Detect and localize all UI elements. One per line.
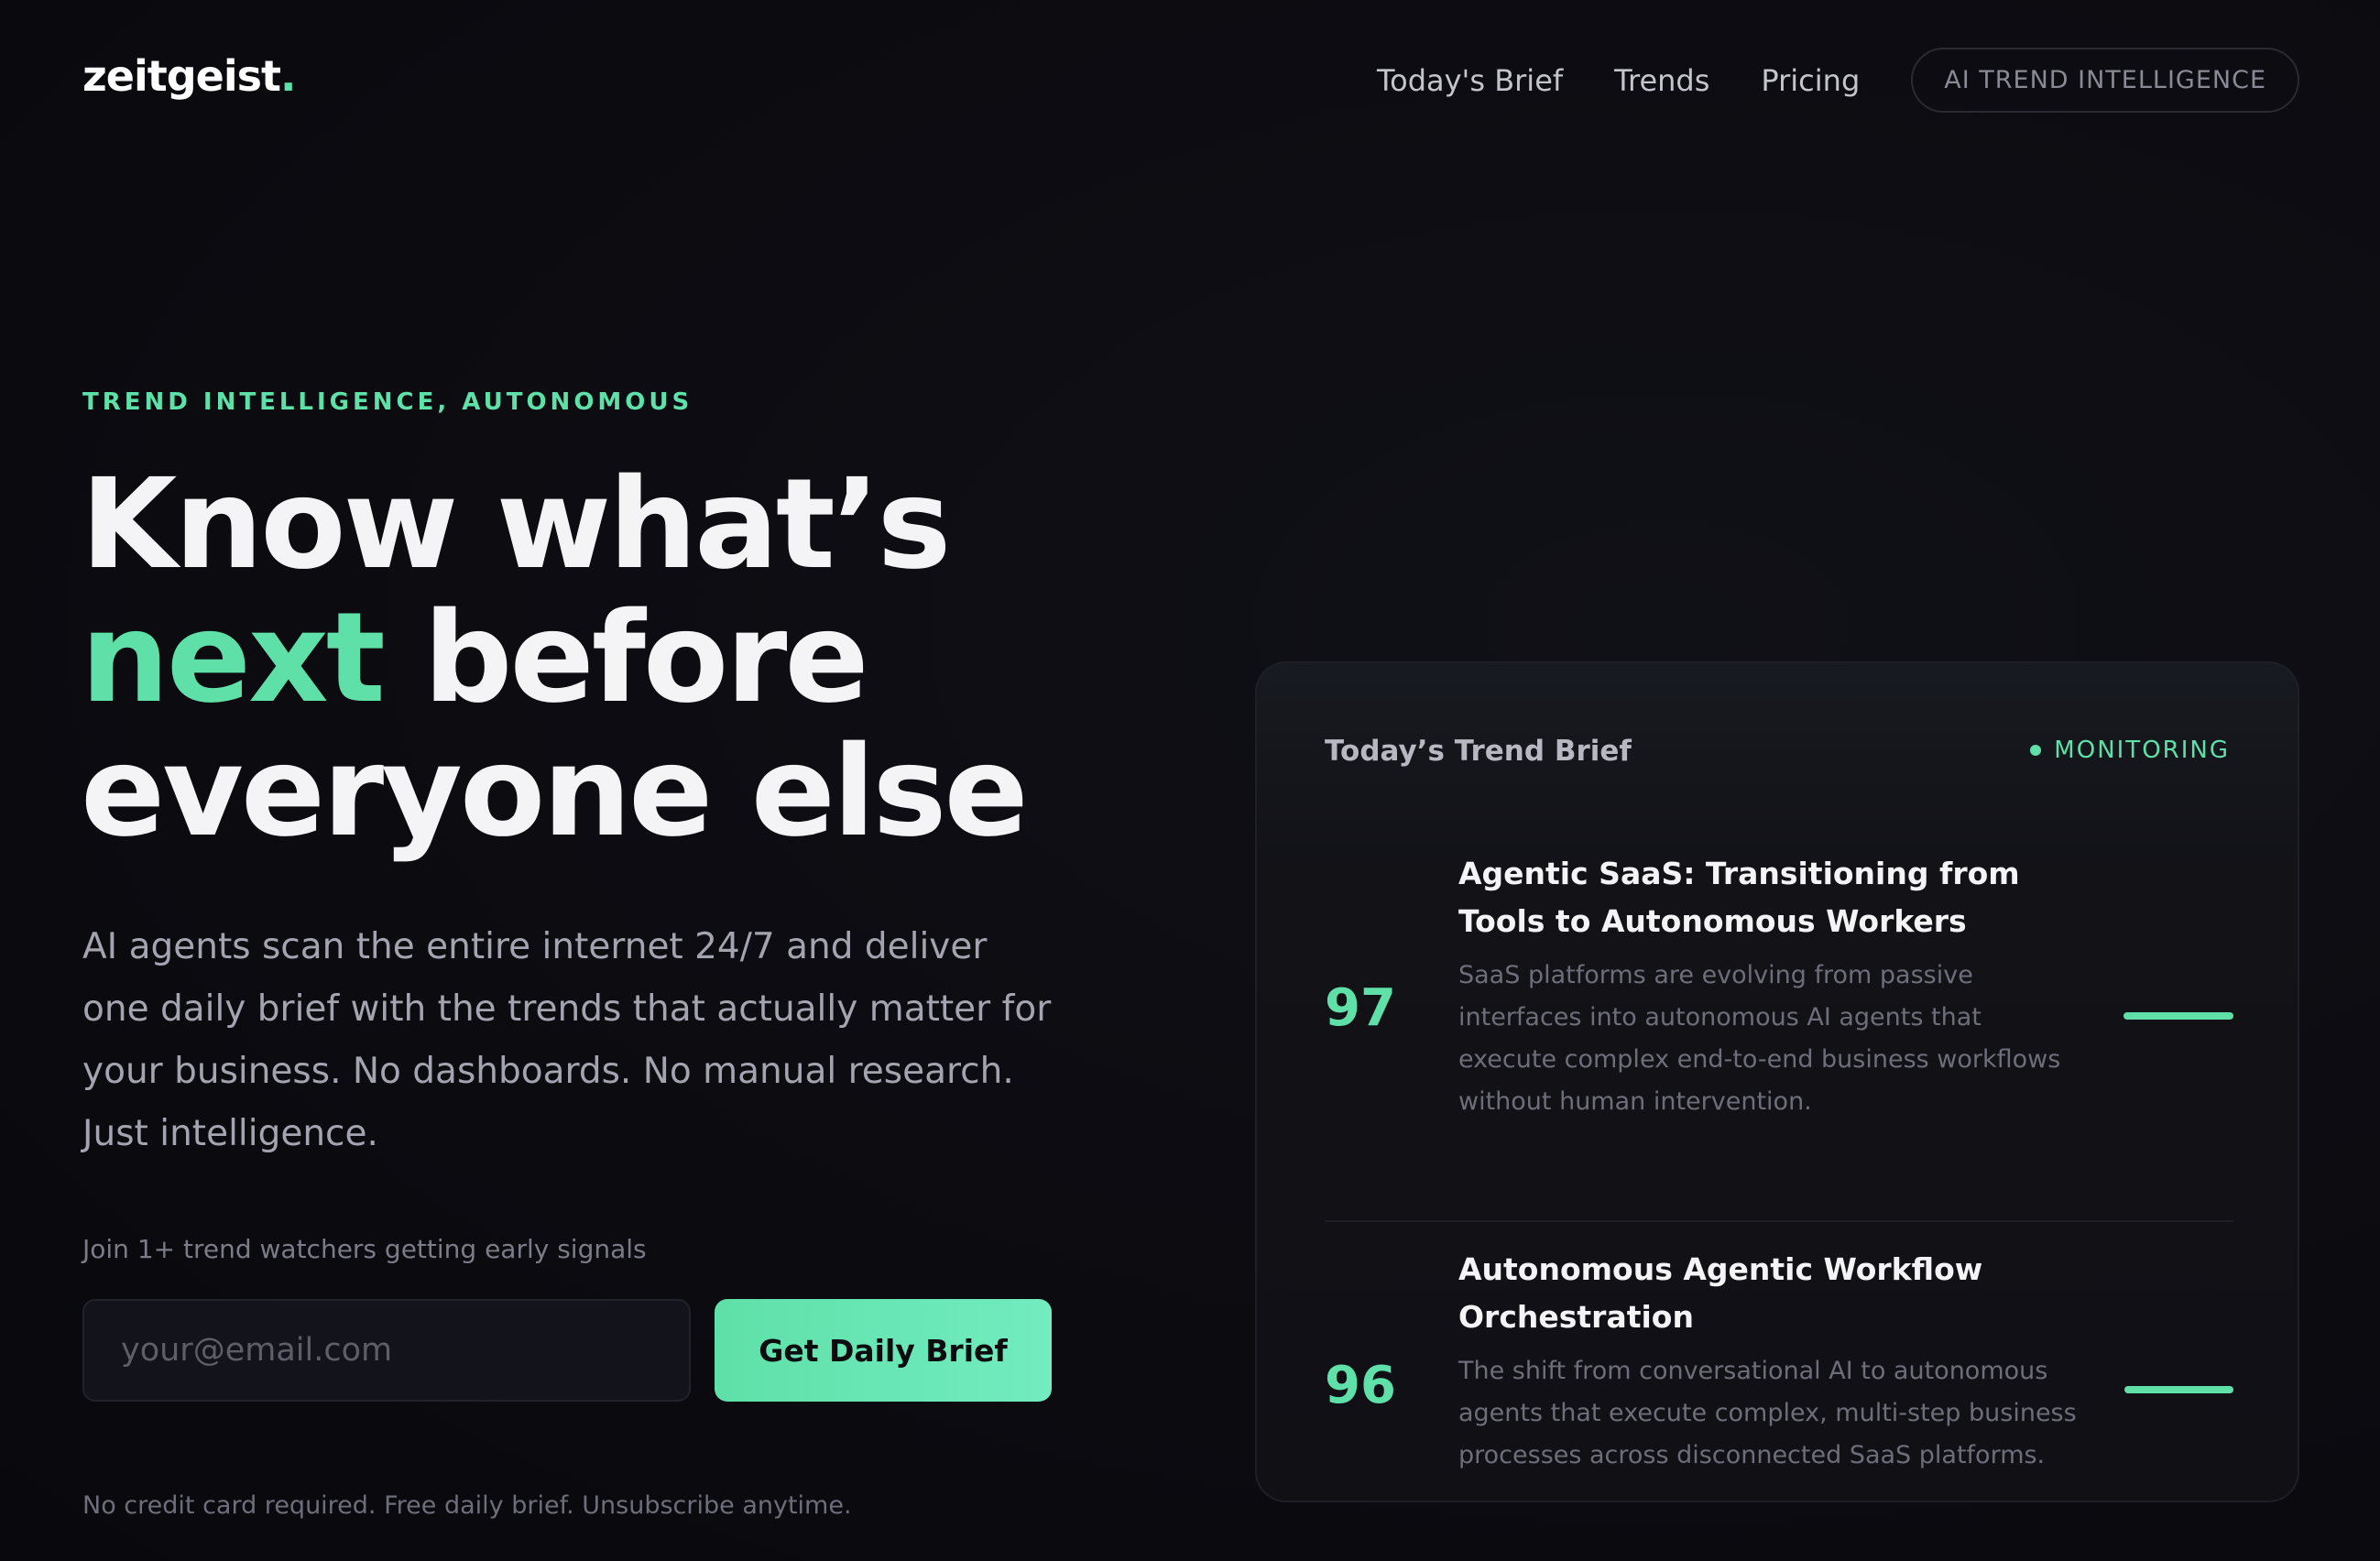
nav-link-trends[interactable]: Trends <box>1614 63 1709 98</box>
trend-brief-card: Today’s Trend Brief MONITORING 97 Agenti… <box>1255 661 2299 1502</box>
brand-logo[interactable]: zeitgeist. <box>82 51 297 101</box>
trend-score-bar <box>2124 1386 2233 1393</box>
trend-description: SaaS platforms are evolving from passive… <box>1458 961 2061 1116</box>
join-caption: Join 1+ trend watchers getting early sig… <box>82 1234 647 1264</box>
get-daily-brief-button[interactable]: Get Daily Brief <box>715 1299 1052 1402</box>
trend-title: Autonomous Agentic Workflow Orchestratio… <box>1458 1251 1983 1335</box>
trend-title: Agentic SaaS: Transitioning from Tools t… <box>1458 856 2020 939</box>
brand-name: zeitgeist <box>82 51 281 101</box>
brand-dot: . <box>280 51 297 101</box>
nav-link-pricing[interactable]: Pricing <box>1761 63 1860 98</box>
email-input[interactable] <box>82 1299 691 1402</box>
trend-body: Autonomous Agentic Workflow Orchestratio… <box>1458 1246 2081 1477</box>
trend-item[interactable]: 96 Autonomous Agentic Workflow Orchestra… <box>1325 1246 2233 1484</box>
fine-print: No credit card required. Free daily brie… <box>82 1491 852 1520</box>
hero-eyebrow: TREND INTELLIGENCE, AUTONOMOUS <box>82 388 693 416</box>
trend-score: 96 <box>1325 1356 1396 1415</box>
ai-trend-intelligence-pill: AI TREND INTELLIGENCE <box>1911 48 2299 113</box>
status-label: MONITORING <box>2054 737 2230 764</box>
trend-body: Agentic SaaS: Transitioning from Tools t… <box>1458 850 2081 1123</box>
top-nav: Today's Brief Trends Pricing AI TREND IN… <box>1377 48 2299 113</box>
trend-score-bar <box>2123 1012 2233 1020</box>
landing-page: zeitgeist. Today's Brief Trends Pricing … <box>0 0 2380 1561</box>
monitoring-status: MONITORING <box>2030 737 2230 764</box>
status-dot-icon <box>2030 745 2042 756</box>
card-title: Today’s Trend Brief <box>1325 735 1632 768</box>
trend-item[interactable]: 97 Agentic SaaS: Transitioning from Tool… <box>1325 850 2233 1162</box>
trend-score: 97 <box>1325 978 1396 1038</box>
nav-link-todays-brief[interactable]: Today's Brief <box>1377 63 1563 98</box>
item-divider <box>1325 1220 2233 1222</box>
hero-description: AI agents scan the entire internet 24/7 … <box>82 926 1052 1154</box>
hero-headline: Know what’s next before everyone else <box>81 458 1272 859</box>
headline-accent: next <box>81 586 386 731</box>
trend-description: The shift from conversational AI to auto… <box>1458 1357 2077 1469</box>
headline-part-1: Know what’s <box>81 453 951 597</box>
